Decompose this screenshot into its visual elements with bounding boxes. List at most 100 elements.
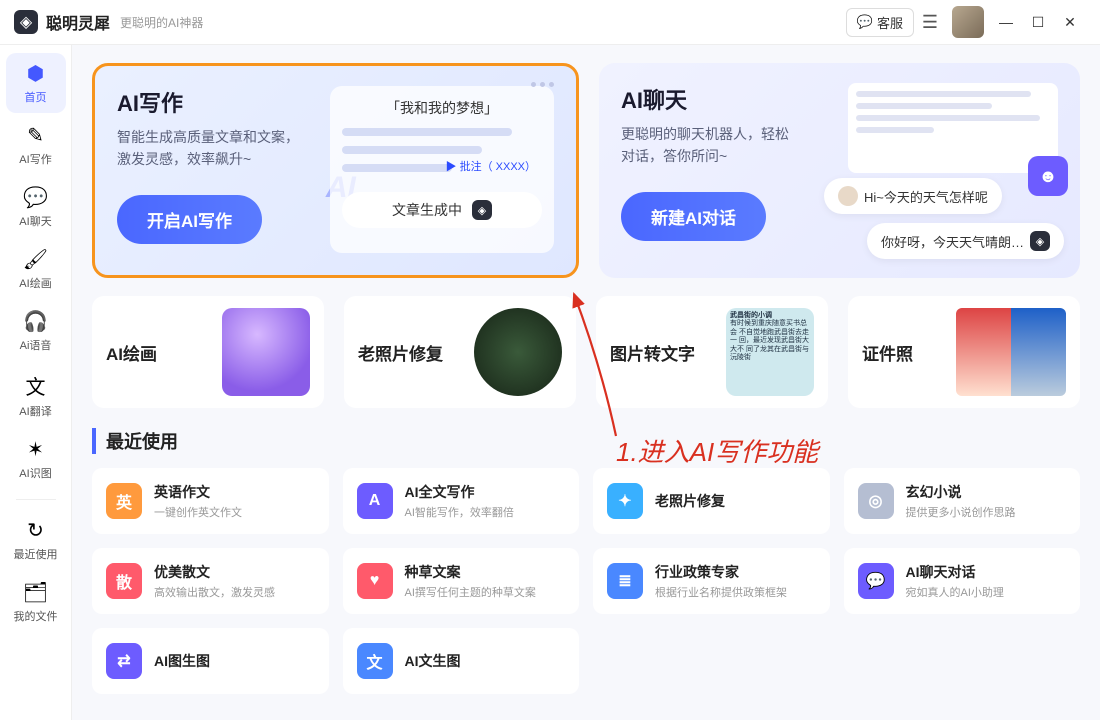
sidebar-item-ocr[interactable]: ✶AI识图 <box>6 429 66 489</box>
preview-doc-title: 「我和我的梦想」 <box>342 98 542 118</box>
recent-item[interactable]: 文 AI文生图 <box>343 628 580 694</box>
recent-item-icon: 💬 <box>858 563 894 599</box>
recent-item-subtitle: 提供更多小说创作思路 <box>906 504 1016 520</box>
start-ai-write-button[interactable]: 开启AI写作 <box>117 195 262 244</box>
user-avatar[interactable] <box>952 6 984 38</box>
customer-service-button[interactable]: 💬 客服 <box>846 8 914 37</box>
hero-ai-write[interactable]: AI写作 智能生成高质量文章和文案， 激发灵感，效率飙升~ 开启AI写作 AI … <box>92 63 579 278</box>
recent-item-icon: ♥ <box>357 563 393 599</box>
recent-item-title: AI图生图 <box>154 651 210 671</box>
feature-photo-restore[interactable]: 老照片修复 <box>344 296 576 408</box>
robot-icon: ☻ <box>1028 156 1068 196</box>
translate-icon: 文 <box>26 371 46 400</box>
feature-title: 证件照 <box>862 340 913 365</box>
titlebar: ◈ 聪明灵犀 更聪明的AI神器 💬 客服 ☰ — ☐ ✕ <box>0 0 1100 45</box>
recent-item[interactable]: AAI全文写作AI智能写作，效率翻倍 <box>343 468 580 534</box>
window-minimize-button[interactable]: — <box>990 6 1022 38</box>
content: AI写作 智能生成高质量文章和文案， 激发灵感，效率飙升~ 开启AI写作 AI … <box>72 45 1100 720</box>
recent-item[interactable]: ⇄ AI图生图 <box>92 628 329 694</box>
recent-item-title: AI文生图 <box>405 651 461 671</box>
recent-item-subtitle: 一键创作英文作文 <box>154 504 242 520</box>
pen-icon: ✎ <box>27 123 44 148</box>
sidebar-item-label: 我的文件 <box>14 608 58 624</box>
feature-title: AI绘画 <box>106 340 157 365</box>
recent-item[interactable]: ◎ 玄幻小说提供更多小说创作思路 <box>844 468 1081 534</box>
sidebar-item-draw[interactable]: 🖌 AI绘画 <box>6 239 66 299</box>
feature-title: 老照片修复 <box>358 340 443 365</box>
window-close-button[interactable]: ✕ <box>1054 6 1086 38</box>
logo-icon: ◈ <box>472 200 492 220</box>
recent-item-icon: 英 <box>106 483 142 519</box>
recent-item-title: AI全文写作 <box>405 482 514 502</box>
sidebar-item-label: AI聊天 <box>19 213 51 229</box>
recent-item-title: 优美散文 <box>154 562 275 582</box>
generation-status-text: 文章生成中 <box>392 200 462 220</box>
recent-item-title: AI聊天对话 <box>906 562 1004 582</box>
recent-item-subtitle: 宛如真人的AI小助理 <box>906 584 1004 600</box>
scan-icon: ✶ <box>27 437 44 462</box>
recent-item[interactable]: ≣ 行业政策专家根据行业名称提供政策框架 <box>593 548 830 614</box>
ocr-thumb: 武昌街的小调有时候到重庆随意买书总会 不自觉地跑武昌街去走一 回，最近发现武昌街… <box>726 308 814 396</box>
recent-item-icon: A <box>357 483 393 519</box>
recent-item-title: 行业政策专家 <box>655 562 787 582</box>
brush-icon: 🖌 <box>23 247 48 272</box>
chat-icon: 💬 <box>23 185 48 210</box>
recent-item[interactable]: 💬 AI聊天对话宛如真人的AI小助理 <box>844 548 1081 614</box>
recent-item-title: 玄幻小说 <box>906 482 1016 502</box>
recent-item[interactable]: 散优美散文高效输出散文，激发灵感 <box>92 548 329 614</box>
feature-id-photo[interactable]: 证件照 <box>848 296 1080 408</box>
recent-item-icon: ≣ <box>607 563 643 599</box>
sidebar-item-home[interactable]: ⬢首页 <box>6 53 66 113</box>
write-preview-panel: 「我和我的梦想」 ▶ 批注（ XXXX） 文章生成中 ◈ <box>330 86 554 253</box>
feature-title: 图片转文字 <box>610 340 695 365</box>
recent-grid: 英英语作文一键创作英文作文AAI全文写作AI智能写作，效率翻倍✦老照片修复◎玄幻… <box>92 468 1080 694</box>
recent-item-title: 英语作文 <box>154 482 242 502</box>
sidebar-item-write[interactable]: ✎ AI写作 <box>6 115 66 175</box>
generation-status: 文章生成中 ◈ <box>342 192 542 228</box>
recent-item-title: 种草文案 <box>405 562 536 582</box>
sidebar-item-translate[interactable]: 文 AI翻译 <box>6 363 66 427</box>
recent-item[interactable]: ♥ 种草文案 AI撰写任何主题的种草文案 <box>343 548 580 614</box>
draw-thumb <box>222 308 310 396</box>
hero-ai-chat[interactable]: AI聊天 更聪明的聊天机器人，轻松 对话，答你所问~ 新建AI对话 ☻ Hi~今… <box>599 63 1080 278</box>
recent-item-subtitle: AI撰写任何主题的种草文案 <box>405 584 536 600</box>
feature-draw[interactable]: AI绘画 <box>92 296 324 408</box>
recent-item[interactable]: 英英语作文一键创作英文作文 <box>92 468 329 534</box>
recent-item-subtitle: 高效输出散文，激发灵感 <box>154 584 275 600</box>
photo-thumb <box>474 308 562 396</box>
chat-bubble-question: Hi~今天的天气怎样呢 <box>824 178 1002 214</box>
feature-ocr[interactable]: 图片转文字 武昌街的小调有时候到重庆随意买书总会 不自觉地跑武昌街去走一 回，最近… <box>596 296 828 408</box>
sidebar-item-label: Ai语音 <box>20 337 52 353</box>
sidebar-item-recent[interactable]: ↻ 最近使用 <box>6 510 66 570</box>
sidebar-item-label: AI绘画 <box>19 275 51 291</box>
recent-item-icon: 散 <box>106 563 142 599</box>
recent-item[interactable]: ✦ 老照片修复 <box>593 468 830 534</box>
app-subtitle: 更聪明的AI神器 <box>120 14 203 31</box>
clock-icon: ↻ <box>27 518 44 543</box>
sidebar: ⬢首页 ✎AI写作 💬AI聊天 🖌AI绘画 🎧Ai语音 文AI翻译 ✶AI识图 … <box>0 45 72 720</box>
headphone-icon: 🎧 <box>23 309 48 334</box>
window-maximize-button[interactable]: ☐ <box>1022 6 1054 38</box>
home-icon: ⬢ <box>27 61 44 86</box>
sidebar-item-label: AI翻译 <box>19 403 51 419</box>
folder-icon: 🗂 <box>23 580 48 605</box>
sidebar-item-files[interactable]: 🗂 我的文件 <box>6 572 66 632</box>
recent-item-icon: ◎ <box>858 483 894 519</box>
logo-icon: ◈ <box>1030 231 1050 251</box>
new-ai-chat-button[interactable]: 新建AI对话 <box>621 192 766 241</box>
recent-item-icon: 文 <box>357 643 393 679</box>
recent-item-icon: ✦ <box>607 483 643 519</box>
recent-item-subtitle: 根据行业名称提供政策框架 <box>655 584 787 600</box>
sidebar-item-chat[interactable]: 💬 AI聊天 <box>6 177 66 237</box>
hero-chat-title: AI聊天 <box>621 83 822 115</box>
customer-service-label: 客服 <box>877 13 903 32</box>
sidebar-item-voice[interactable]: 🎧 Ai语音 <box>6 301 66 361</box>
chat-icon: 💬 <box>857 14 873 30</box>
recent-item-icon: ⇄ <box>106 643 142 679</box>
app-logo: ◈ <box>14 10 38 34</box>
recent-item-title: 老照片修复 <box>655 491 725 511</box>
sidebar-item-label: AI写作 <box>19 151 51 167</box>
hamburger-menu-button[interactable]: ☰ <box>914 6 946 38</box>
recent-section-title: 最近使用 <box>92 428 1080 454</box>
sidebar-item-label: 最近使用 <box>14 546 58 562</box>
